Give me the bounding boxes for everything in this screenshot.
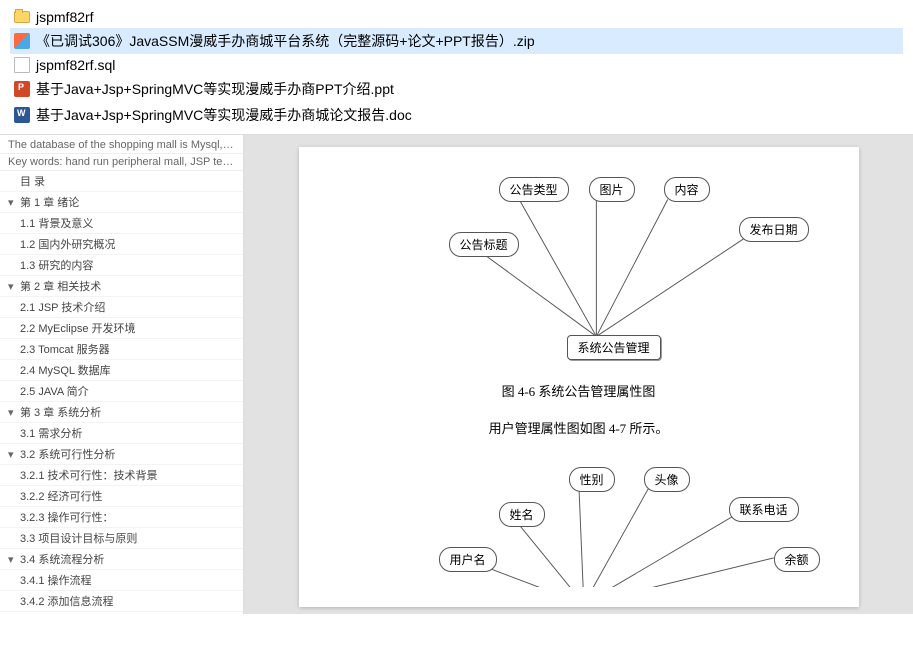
outline-item[interactable]: 3.4.1 操作流程 xyxy=(0,570,243,591)
file-name: jspmf82rf xyxy=(36,9,94,25)
outline-item[interactable]: 2.1 JSP 技术介绍 xyxy=(0,297,243,318)
attribute-diagram-2: 性别 头像 姓名 联系电话 用户名 余额 xyxy=(309,467,849,587)
outline-label: 2.5 JAVA 简介 xyxy=(20,383,89,399)
outline-item[interactable]: ▾3.4 系统流程分析 xyxy=(0,549,243,570)
outline-item[interactable]: 3.4.3 删除信息流程 xyxy=(0,612,243,614)
outline-label: 目 录 xyxy=(20,173,45,189)
diagram-node: 公告标题 xyxy=(449,232,519,257)
diagram-node: 用户名 xyxy=(439,547,497,572)
document-pane[interactable]: 公告类型 图片 内容 公告标题 发布日期 系统公告管理 图 4-6 系统公告管理… xyxy=(244,135,913,614)
outline-label: 2.1 JSP 技术介绍 xyxy=(20,299,105,315)
diagram-node: 公告类型 xyxy=(499,177,569,202)
expand-icon[interactable]: ▾ xyxy=(8,280,20,293)
outline-item[interactable]: 3.1 需求分析 xyxy=(0,423,243,444)
expand-icon[interactable]: ▾ xyxy=(8,196,20,209)
diagram-node: 联系电话 xyxy=(729,497,799,522)
expand-icon[interactable]: ▾ xyxy=(8,448,20,461)
expand-icon[interactable]: ▾ xyxy=(8,406,20,419)
outline-label: 3.4 系统流程分析 xyxy=(20,551,104,567)
outline-item[interactable]: 2.2 MyEclipse 开发环境 xyxy=(0,318,243,339)
diagram-node-center: 系统公告管理 xyxy=(567,335,661,360)
outline-item[interactable]: ▾第 3 章 系统分析 xyxy=(0,402,243,423)
outline-item[interactable]: 3.2.2 经济可行性 xyxy=(0,486,243,507)
outline-label: 3.4.2 添加信息流程 xyxy=(20,593,114,609)
outline-item[interactable]: 2.5 JAVA 简介 xyxy=(0,381,243,402)
outline-item[interactable]: 1.2 国内外研究概况 xyxy=(0,234,243,255)
outline-label: 3.2.3 操作可行性： xyxy=(20,509,114,525)
outline-label: 2.3 Tomcat 服务器 xyxy=(20,341,110,357)
file-row[interactable]: 基于Java+Jsp+SpringMVC等实现漫威手办商PPT介绍.ppt xyxy=(10,76,903,102)
attribute-diagram-1: 公告类型 图片 内容 公告标题 发布日期 系统公告管理 xyxy=(309,167,849,367)
outline-label: 3.2 系统可行性分析 xyxy=(20,446,115,462)
outline-label: 2.4 MySQL 数据库 xyxy=(20,362,111,378)
diagram-node: 图片 xyxy=(589,177,635,202)
outline-label: 3.2.2 经济可行性 xyxy=(20,488,103,504)
doc-icon xyxy=(14,107,30,123)
file-row[interactable]: 基于Java+Jsp+SpringMVC等实现漫威手办商城论文报告.doc xyxy=(10,102,903,128)
outline-header: Key words: hand run peripheral mall, JSP… xyxy=(0,154,243,171)
figure-caption: 图 4-6 系统公告管理属性图 xyxy=(309,381,849,400)
document-viewer: The database of the shopping mall is Mys… xyxy=(0,134,913,614)
outline-label: 3.3 项目设计目标与原则 xyxy=(20,530,137,546)
outline-label: 第 1 章 绪论 xyxy=(20,194,79,210)
diagram-node: 余额 xyxy=(774,547,820,572)
outline-header: The database of the shopping mall is Mys… xyxy=(0,137,243,154)
diagram-node: 发布日期 xyxy=(739,217,809,242)
outline-item[interactable]: 3.3 项目设计目标与原则 xyxy=(0,528,243,549)
outline-label: 3.1 需求分析 xyxy=(20,425,82,441)
outline-item[interactable]: ▾第 2 章 相关技术 xyxy=(0,276,243,297)
ppt-icon xyxy=(14,81,30,97)
file-name: 《已调试306》JavaSSM漫威手办商城平台系统（完整源码+论文+PPT报告）… xyxy=(36,31,535,51)
diagram-node: 内容 xyxy=(664,177,710,202)
outline-item[interactable]: 1.3 研究的内容 xyxy=(0,255,243,276)
file-row[interactable]: jspmf82rf xyxy=(10,6,903,28)
file-name: 基于Java+Jsp+SpringMVC等实现漫威手办商城论文报告.doc xyxy=(36,105,412,125)
outline-item[interactable]: 3.2.1 技术可行性：技术背景 xyxy=(0,465,243,486)
file-row[interactable]: jspmf82rf.sql xyxy=(10,54,903,76)
doc-page: 公告类型 图片 内容 公告标题 发布日期 系统公告管理 图 4-6 系统公告管理… xyxy=(299,147,859,607)
outline-label: 1.3 研究的内容 xyxy=(20,257,93,273)
outline-label: 1.1 背景及意义 xyxy=(20,215,93,231)
body-text: 用户管理属性图如图 4-7 所示。 xyxy=(309,418,849,437)
diagram-node: 性别 xyxy=(569,467,615,492)
outline-label: 1.2 国内外研究概况 xyxy=(20,236,115,252)
outline-item[interactable]: 1.1 背景及意义 xyxy=(0,213,243,234)
outline-label: 2.2 MyEclipse 开发环境 xyxy=(20,320,136,336)
zip-icon xyxy=(14,33,30,49)
outline-item[interactable]: 3.2.3 操作可行性： xyxy=(0,507,243,528)
outline-item[interactable]: ▾3.2 系统可行性分析 xyxy=(0,444,243,465)
outline-panel[interactable]: The database of the shopping mall is Mys… xyxy=(0,135,244,614)
file-icon xyxy=(14,57,30,73)
outline-item[interactable]: 2.4 MySQL 数据库 xyxy=(0,360,243,381)
folder-icon xyxy=(14,9,30,25)
outline-label: 第 2 章 相关技术 xyxy=(20,278,101,294)
outline-label: 3.2.1 技术可行性：技术背景 xyxy=(20,467,158,483)
file-name: 基于Java+Jsp+SpringMVC等实现漫威手办商PPT介绍.ppt xyxy=(36,79,394,99)
outline-label: 第 3 章 系统分析 xyxy=(20,404,101,420)
diagram-node: 头像 xyxy=(644,467,690,492)
file-name: jspmf82rf.sql xyxy=(36,57,115,73)
outline-item[interactable]: 3.4.2 添加信息流程 xyxy=(0,591,243,612)
file-list: jspmf82rf 《已调试306》JavaSSM漫威手办商城平台系统（完整源码… xyxy=(0,0,913,134)
outline-item[interactable]: ▾第 1 章 绪论 xyxy=(0,192,243,213)
outline-item[interactable]: 2.3 Tomcat 服务器 xyxy=(0,339,243,360)
diagram-node: 姓名 xyxy=(499,502,545,527)
outline-item[interactable]: 目 录 xyxy=(0,171,243,192)
expand-icon[interactable]: ▾ xyxy=(8,553,20,566)
outline-label: 3.4.1 操作流程 xyxy=(20,572,92,588)
file-row[interactable]: 《已调试306》JavaSSM漫威手办商城平台系统（完整源码+论文+PPT报告）… xyxy=(10,28,903,54)
